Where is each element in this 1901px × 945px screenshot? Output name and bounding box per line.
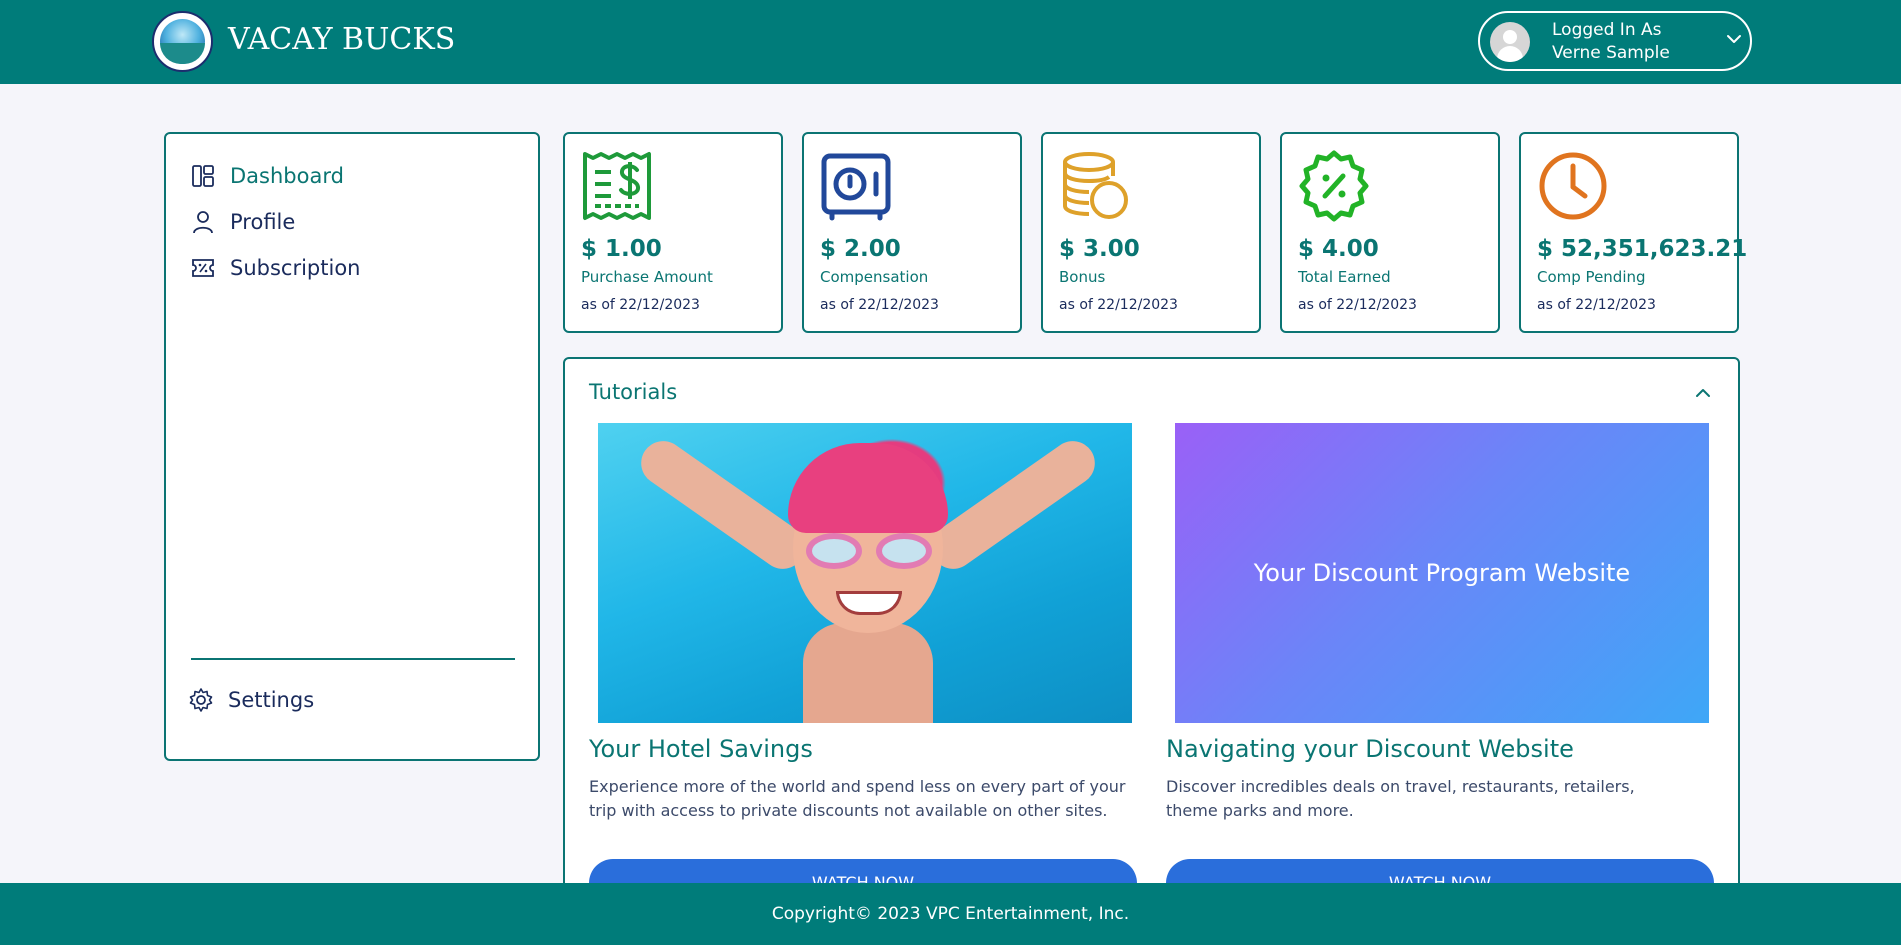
chevron-up-icon[interactable] — [1693, 383, 1713, 403]
sidebar-item-settings[interactable]: Settings — [188, 685, 314, 715]
stat-amount: $ 3.00 — [1059, 236, 1140, 262]
stat-date: as of 22/12/2023 — [820, 297, 939, 313]
chevron-down-icon — [1727, 35, 1741, 43]
coupon-icon — [192, 259, 214, 277]
percent-badge-icon — [1299, 150, 1369, 222]
safe-icon — [821, 153, 891, 221]
stat-card-total-earned: $ 4.00 Total Earned as of 22/12/2023 — [1280, 132, 1500, 333]
stat-card-purchase-amount: $ 1.00 Purchase Amount as of 22/12/2023 — [563, 132, 783, 333]
user-menu-label: Logged In As — [1552, 20, 1662, 40]
sidebar-item-label: Subscription — [230, 256, 361, 280]
stat-amount: $ 52,351,623.21 — [1537, 236, 1748, 262]
thumbnail-caption: Your Discount Program Website — [1253, 559, 1631, 587]
tutorial-video-thumbnail[interactable]: Your Discount Program Website — [1175, 423, 1709, 723]
stat-date: as of 22/12/2023 — [1059, 297, 1178, 313]
stat-card-compensation: $ 2.00 Compensation as of 22/12/2023 — [802, 132, 1022, 333]
tutorials-panel: Tutorials Your Discount Program Website … — [563, 357, 1740, 945]
sidebar: Dashboard Profile Subscription Settings — [164, 132, 540, 761]
stat-label: Compensation — [820, 268, 929, 286]
brand-name[interactable]: VACAY BUCKS — [228, 22, 455, 57]
sidebar-item-label: Settings — [228, 688, 315, 712]
avatar — [1490, 22, 1530, 62]
sidebar-divider — [191, 658, 515, 660]
stat-date: as of 22/12/2023 — [1298, 297, 1417, 313]
user-menu-button[interactable]: Logged In As Verne Sample — [1478, 11, 1752, 71]
tutorials-title: Tutorials — [589, 380, 678, 404]
user-icon — [193, 211, 213, 234]
stat-label: Bonus — [1059, 268, 1106, 286]
copyright-text: Copyright© 2023 VPC Entertainment, Inc. — [771, 904, 1130, 924]
stat-date: as of 22/12/2023 — [581, 297, 700, 313]
tutorial-heading: Navigating your Discount Website — [1166, 735, 1574, 763]
stat-amount: $ 1.00 — [581, 236, 662, 262]
tutorial-description: Experience more of the world and spend l… — [589, 777, 1126, 820]
tutorial-heading: Your Hotel Savings — [589, 735, 813, 763]
coins-icon — [1063, 152, 1128, 219]
tutorial-description: Discover incredibles deals on travel, re… — [1166, 777, 1635, 820]
stat-label: Total Earned — [1298, 268, 1391, 286]
sidebar-item-subscription[interactable]: Subscription — [190, 253, 360, 283]
tutorial-video-thumbnail[interactable] — [598, 423, 1132, 723]
receipt-dollar-icon — [583, 152, 651, 220]
stat-amount: $ 4.00 — [1298, 236, 1379, 262]
stat-label: Comp Pending — [1537, 268, 1646, 286]
dashboard-icon — [192, 165, 214, 187]
stat-card-comp-pending: $ 52,351,623.21 Comp Pending as of 22/12… — [1519, 132, 1747, 333]
clock-icon — [1539, 152, 1607, 220]
stat-card-bonus: $ 3.00 Bonus as of 22/12/2023 — [1041, 132, 1261, 333]
sidebar-item-dashboard[interactable]: Dashboard — [190, 161, 344, 191]
stat-label: Purchase Amount — [581, 268, 713, 286]
stat-amount: $ 2.00 — [820, 236, 901, 262]
stat-date: as of 22/12/2023 — [1537, 297, 1656, 313]
sidebar-item-label: Profile — [230, 210, 296, 234]
sidebar-item-label: Dashboard — [230, 164, 344, 188]
gear-icon — [189, 688, 213, 712]
top-header: VACAY BUCKS Logged In As Verne Sample — [0, 0, 1901, 84]
user-name: Verne Sample — [1552, 43, 1670, 63]
sidebar-item-profile[interactable]: Profile — [190, 207, 295, 237]
footer: Copyright© 2023 VPC Entertainment, Inc. — [0, 883, 1901, 945]
brand-logo[interactable] — [152, 11, 213, 72]
